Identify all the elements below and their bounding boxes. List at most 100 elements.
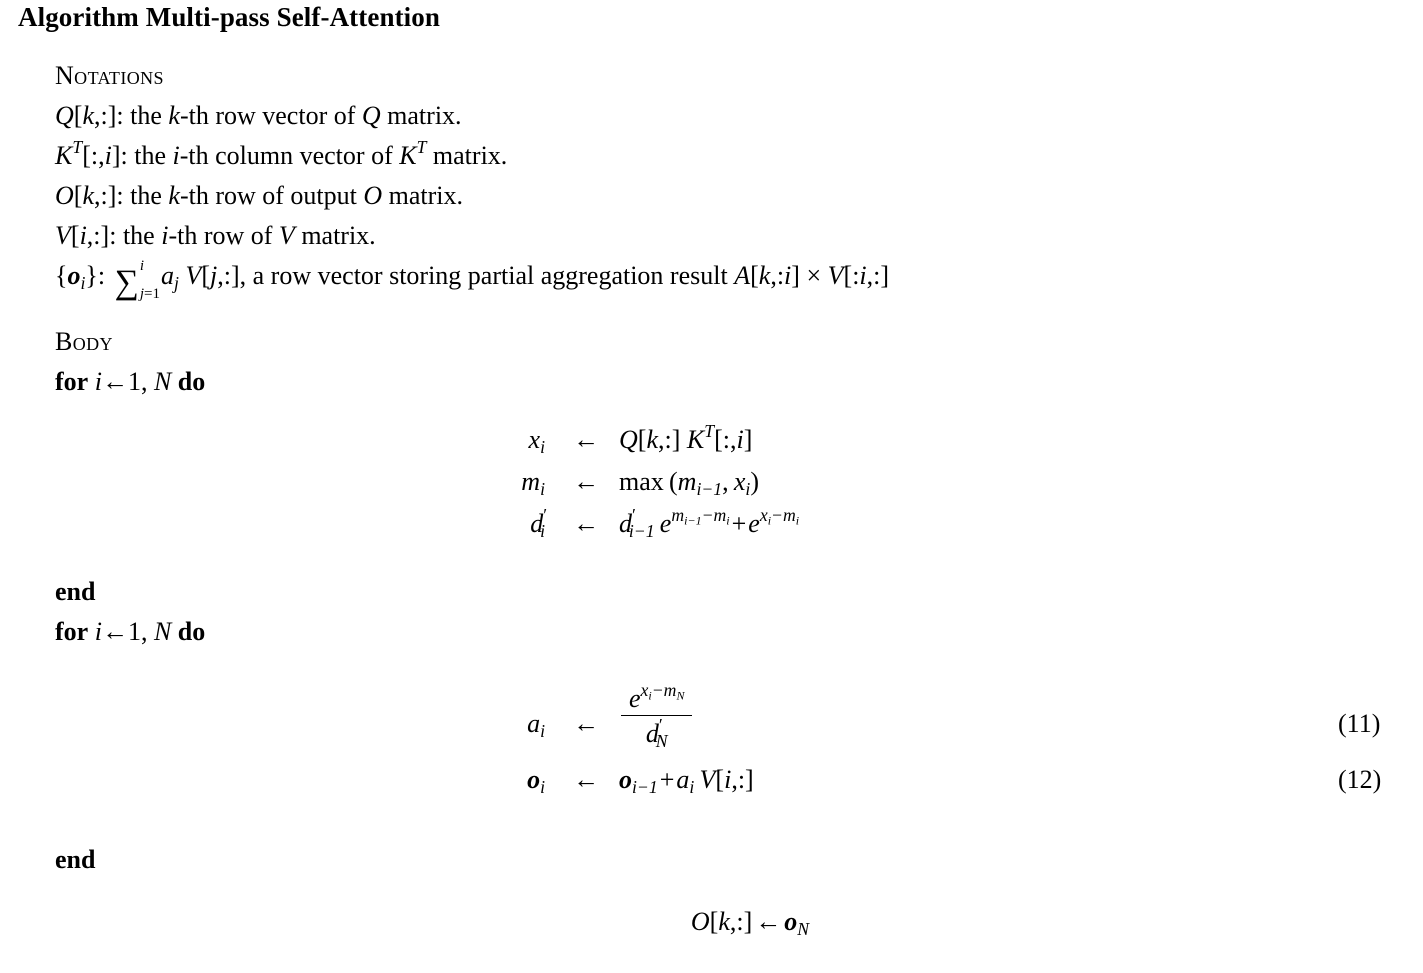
equation-rhs-x: Q[k,:] KT[:,i] (619, 420, 752, 460)
colon: : (664, 425, 672, 454)
assign-arrow-icon: ← (101, 617, 128, 646)
notation-line-o: O[k,:]: the k-th row of output O matrix. (55, 176, 1415, 216)
colon: : (776, 261, 785, 290)
bracket-close: ] (671, 425, 681, 454)
phrase-column-vector: -th column vector of (179, 141, 393, 170)
colon: : (223, 261, 231, 290)
exp-m-2: m (713, 505, 727, 526)
word-the: the (122, 221, 155, 250)
paren-close: ) (750, 467, 759, 496)
sub-one: 1 (713, 478, 723, 499)
equation-lhs-m: mi (435, 462, 545, 502)
sub-minus: − (636, 776, 649, 797)
one: 1 (152, 285, 161, 302)
colon: : (737, 765, 746, 794)
exp-m: m (663, 680, 677, 701)
symbol-i: i (104, 141, 112, 170)
comma: , (722, 467, 729, 496)
superscript-T: T (72, 137, 83, 158)
symbol-o-vector: o (527, 765, 541, 794)
equation-lhs-a: ai (435, 704, 545, 744)
symbol-o-vector: o (67, 261, 81, 290)
exp-sub-i-4: i (795, 513, 800, 528)
bracket-open: [ (843, 261, 853, 290)
symbol-o-vector-2: o (619, 765, 632, 794)
assign-arrow-icon: ← (101, 367, 128, 396)
bracket-open: [ (714, 425, 723, 454)
bracket-open: [ (70, 221, 80, 250)
plus-operator: + (731, 509, 747, 538)
subscript-i-minus-1: i−1 (632, 777, 658, 797)
colon-sep: : (109, 221, 117, 250)
fraction-denominator: d′N (621, 716, 692, 750)
phrase-row-of: -th row of (168, 221, 273, 250)
equation-arrow-o: ← (573, 765, 599, 794)
symbol-k-2: k (168, 181, 180, 210)
equation-block-second-loop: ai ← exi−mN d′N (11) oi ← oi−1+ai V[i,:] … (55, 681, 1415, 812)
loop-end-second: end (55, 840, 1415, 880)
colon: : (93, 221, 101, 250)
summation: ∑ i j=1 (115, 257, 161, 302)
equation-lhs-d: d′i (435, 504, 547, 544)
exponent-x-diff: xi−mi (759, 505, 800, 528)
symbol-V: V (699, 765, 716, 794)
superscript-T: T (704, 421, 715, 442)
bracket-open: [ (715, 765, 725, 794)
symbol-i: i (736, 425, 744, 454)
bracket-close: ] (743, 907, 753, 936)
superscript-T-2: T (416, 137, 427, 158)
end-keyword: end (55, 845, 96, 874)
fraction-softmax: exi−mN d′N (621, 681, 693, 750)
loop-end-first: end (55, 572, 1415, 612)
subscript-i: i (540, 436, 545, 457)
equation-lhs-x: xi (435, 420, 545, 460)
exponent-x-minus-mN: xi−mN (641, 680, 685, 701)
loop-start: 1 (127, 617, 141, 646)
symbol-x: x (528, 425, 541, 454)
paren-open: ( (668, 467, 678, 496)
word-matrix: matrix. (387, 101, 462, 130)
equation-row-m: mi ← max (mi−1, xi) (55, 462, 1415, 504)
symbol-a: a (527, 709, 541, 738)
phrase-row-vector-storing: , a row vector storing partial aggregati… (239, 261, 728, 290)
symbol-m-2: m (677, 467, 697, 496)
notation-line-partial-aggregation: {oi}: ∑ i j=1 aj V[j,:], a row vector stori… (55, 256, 1415, 301)
equation-number-12: (12) (1338, 765, 1382, 794)
symbol-O: O (55, 181, 74, 210)
exp-m: m (671, 505, 685, 526)
symbol-K: K (55, 141, 73, 170)
phrase-row-vector: -th row vector of (179, 101, 356, 130)
exp-minus: − (651, 680, 664, 701)
fraction-numerator: exi−mN (621, 681, 692, 714)
symbol-k: k (82, 101, 94, 130)
symbol-V: V (55, 221, 71, 250)
equation-row-o: oi ← oi−1+ai V[i,:] (12) (55, 760, 1415, 812)
bracket-close: ] (745, 765, 754, 794)
equation-rhs-m: max (mi−1, xi) (619, 462, 759, 502)
exp-minus-2: − (771, 505, 783, 526)
exp-x: x (759, 505, 768, 526)
bracket-close: ] (230, 261, 240, 290)
max-operator: max (619, 467, 664, 496)
bracket-open: [ (201, 261, 210, 290)
symbol-Q: Q (619, 425, 638, 454)
equation-arrow-a: ← (573, 709, 599, 738)
symbol-A: A (734, 261, 751, 290)
exp-sub-i-minus-1: i−1 (684, 513, 701, 527)
equation-lhs-o: oi (435, 760, 545, 800)
symbol-a: a (161, 261, 175, 290)
sum-upper-limit: i (139, 257, 145, 274)
loop-var-i: i (94, 367, 102, 396)
symbol-x-2: x (733, 467, 746, 496)
sub-one: 1 (648, 776, 658, 797)
colon-sep: : (97, 261, 106, 290)
do-keyword: do (177, 367, 206, 396)
symbol-k: k (82, 181, 94, 210)
colon: : (100, 101, 108, 130)
word-the: the (130, 181, 162, 210)
